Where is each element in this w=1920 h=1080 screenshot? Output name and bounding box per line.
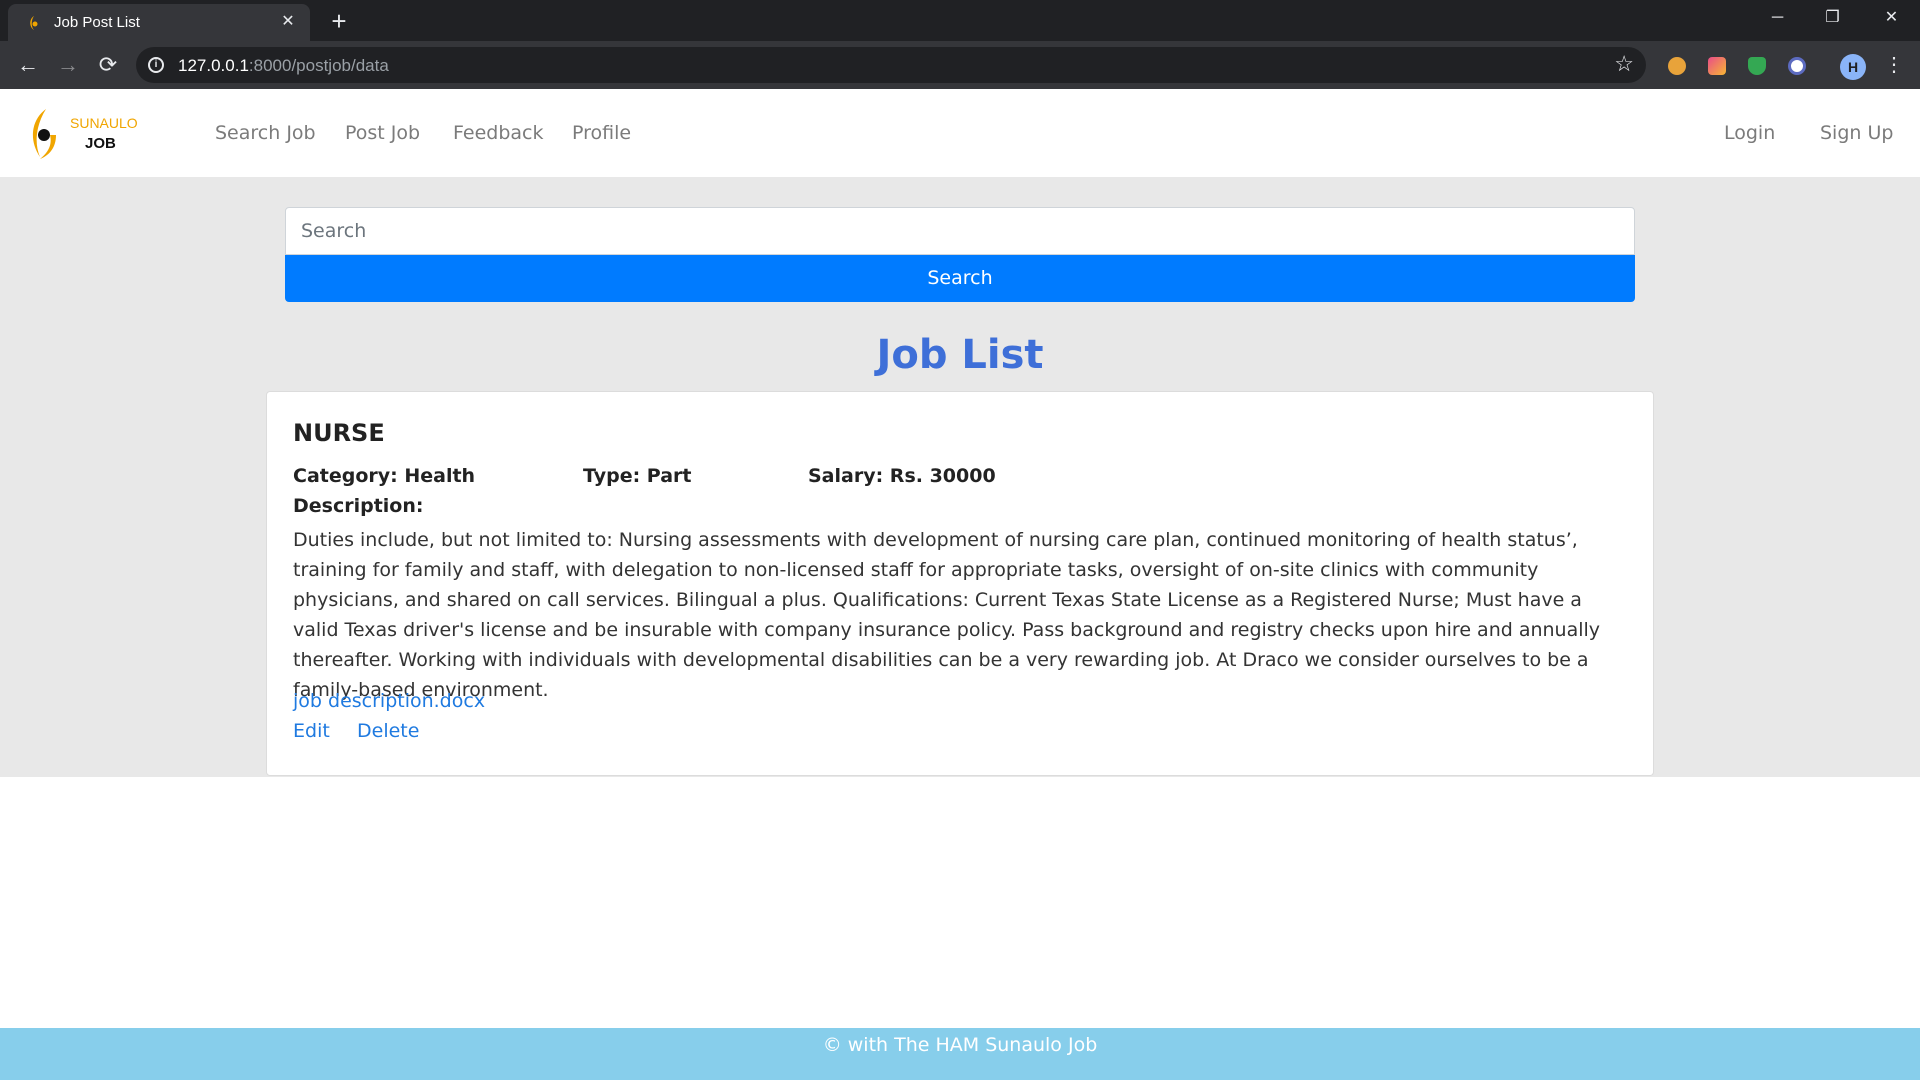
block-extension-icon[interactable] [1788,57,1806,75]
url-host: 127.0.0.1 [178,56,249,75]
search-button[interactable]: Search [285,255,1635,302]
reload-icon[interactable]: ⟳ [94,51,122,79]
job-description-file-link[interactable]: job description.docx [293,690,485,712]
search-input[interactable]: Search [285,207,1635,255]
window-restore-icon[interactable]: ❐ [1805,0,1860,36]
job-salary: Salary: Rs. 30000 [808,465,996,487]
description-label: Description: [293,495,424,517]
url-text[interactable]: 127.0.0.1:8000/postjob/data [178,56,389,76]
brand-name-bottom: JOB [85,135,116,152]
main-content: Search Search Job List NURSE Category: H… [0,177,1920,777]
nav-feedback[interactable]: Feedback [453,122,543,144]
brand-name-top: SUNAULO [70,115,138,131]
site-footer: © with The HAM Sunaulo Job [0,1028,1920,1080]
job-title: NURSE [293,419,385,447]
site-navbar: SUNAULO JOB Search Job Post Job Feedback… [0,89,1920,177]
browser-tabstrip: Job Post List ✕ + ─ ❐ ✕ [0,0,1920,41]
nav-sign-up[interactable]: Sign Up [1820,122,1893,144]
bookmark-star-icon[interactable]: ☆ [1614,53,1634,75]
window-minimize-icon[interactable]: ─ [1750,0,1805,36]
page-title: Job List [876,332,1044,378]
nav-post-job[interactable]: Post Job [345,122,420,144]
tab-close-icon[interactable]: ✕ [276,10,300,34]
site-favicon-icon [30,16,38,30]
logo-mark-icon [32,109,56,159]
nav-login[interactable]: Login [1724,122,1775,144]
window-close-icon[interactable]: ✕ [1864,0,1919,36]
browser-tab[interactable]: Job Post List ✕ [8,4,310,41]
forward-arrow-icon[interactable]: → [54,51,82,79]
browser-toolbar: ← → ⟳ i 127.0.0.1:8000/postjob/data ☆ H … [0,41,1920,89]
tab-title: Job Post List [54,14,140,31]
back-arrow-icon[interactable]: ← [14,51,42,79]
extension-icon[interactable] [1668,57,1686,75]
profile-avatar[interactable]: H [1840,54,1866,80]
site-info-icon[interactable]: i [148,57,164,73]
job-description: Duties include, but not limited to: Nurs… [293,529,1601,701]
url-path: :8000/postjob/data [248,56,389,75]
job-type: Type: Part [583,465,692,487]
nav-search-job[interactable]: Search Job [215,122,316,144]
delete-link[interactable]: Delete [357,720,419,742]
extension-icon[interactable] [1708,57,1726,75]
brand-logo[interactable]: SUNAULO JOB [26,105,156,161]
job-category: Category: Health [293,465,476,487]
new-tab-icon[interactable]: + [325,8,353,36]
nav-profile[interactable]: Profile [572,122,631,144]
job-card: NURSE Category: Health Type: Part Salary… [266,391,1654,776]
shield-extension-icon[interactable] [1748,57,1766,75]
address-bar[interactable]: i 127.0.0.1:8000/postjob/data ☆ [136,47,1646,83]
browser-menu-icon[interactable]: ⋮ [1884,53,1904,77]
edit-link[interactable]: Edit [293,720,330,742]
